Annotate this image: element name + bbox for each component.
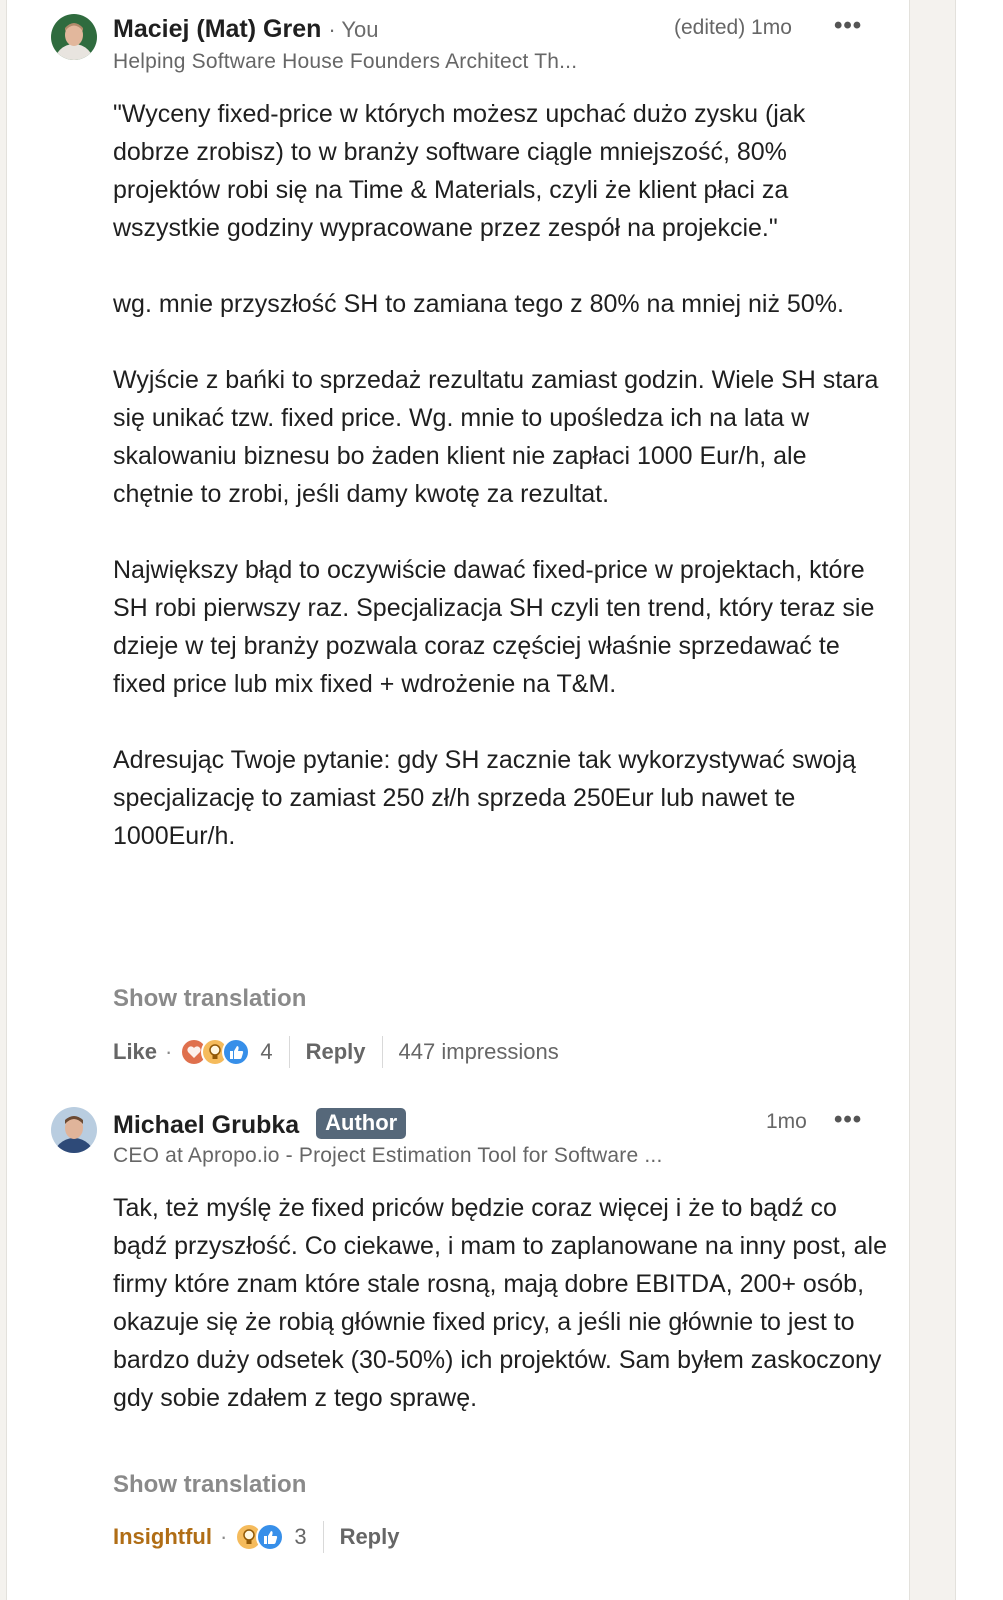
reaction-count[interactable]: 4 — [260, 1039, 272, 1065]
comment-paragraph: Wyjście z bańki to sprzedaż rezultatu za… — [113, 366, 879, 508]
comment-body: "Wyceny fixed-price w których możesz upc… — [113, 95, 888, 855]
author-name-line: Michael Grubka Author — [113, 1108, 407, 1140]
comment-actions: Insightful · 3 Reply — [113, 1520, 399, 1554]
comments-card: Maciej (Mat) Gren · You (edited) 1mo •••… — [6, 0, 910, 1600]
comment-paragraph: "Wyceny fixed-price w których możesz upc… — [113, 100, 806, 242]
author-name-line: Maciej (Mat) Gren · You — [113, 15, 379, 44]
you-label: · You — [328, 17, 379, 42]
comment-paragraph: Największy błąd to oczywiście dawać fixe… — [113, 556, 875, 698]
author-name[interactable]: Maciej (Mat) Gren — [113, 15, 321, 43]
reactions-summary[interactable] — [180, 1038, 251, 1066]
separator-dot: · — [219, 1524, 228, 1549]
more-options-icon[interactable]: ••• — [834, 12, 862, 40]
divider — [381, 1036, 383, 1068]
comment-actions: Like · 4 Reply 447 impressions — [113, 1035, 559, 1069]
author-headline: CEO at Apropo.io - Project Estimation To… — [113, 1144, 663, 1167]
reply-button[interactable]: Reply — [340, 1524, 400, 1550]
show-translation-button[interactable]: Show translation — [113, 985, 306, 1013]
show-translation-button[interactable]: Show translation — [113, 1471, 306, 1499]
timestamp: 1mo — [766, 1110, 807, 1133]
author-badge: Author — [316, 1108, 407, 1139]
avatar[interactable] — [51, 1107, 97, 1153]
comment-body: Tak, też myślę że fixed priców będzie co… — [113, 1189, 888, 1417]
divider — [322, 1521, 324, 1553]
impressions-count[interactable]: 447 impressions — [399, 1039, 559, 1065]
author-name[interactable]: Michael Grubka — [113, 1111, 299, 1139]
reply-button[interactable]: Reply — [306, 1039, 366, 1065]
like-button[interactable]: Like — [113, 1039, 157, 1065]
more-options-icon[interactable]: ••• — [834, 1106, 862, 1134]
comment-paragraph: wg. mnie przyszłość SH to zamiana tego z… — [113, 290, 844, 318]
right-panel-edge — [955, 0, 1003, 1600]
comment-paragraph: Adresując Twoje pytanie: gdy SH zacznie … — [113, 746, 856, 850]
thumbs-up-icon — [222, 1038, 251, 1066]
insightful-button[interactable]: Insightful — [113, 1524, 212, 1550]
reactions-summary[interactable] — [235, 1523, 285, 1551]
separator-dot: · — [165, 1039, 173, 1064]
thumbs-up-icon — [256, 1523, 285, 1551]
comment-paragraph: Tak, też myślę że fixed priców będzie co… — [113, 1194, 887, 1412]
edited-timestamp: (edited) 1mo — [674, 16, 792, 39]
divider — [288, 1036, 290, 1068]
avatar[interactable] — [51, 14, 97, 60]
author-headline: Helping Software House Founders Architec… — [113, 50, 578, 73]
reaction-count[interactable]: 3 — [294, 1524, 306, 1550]
